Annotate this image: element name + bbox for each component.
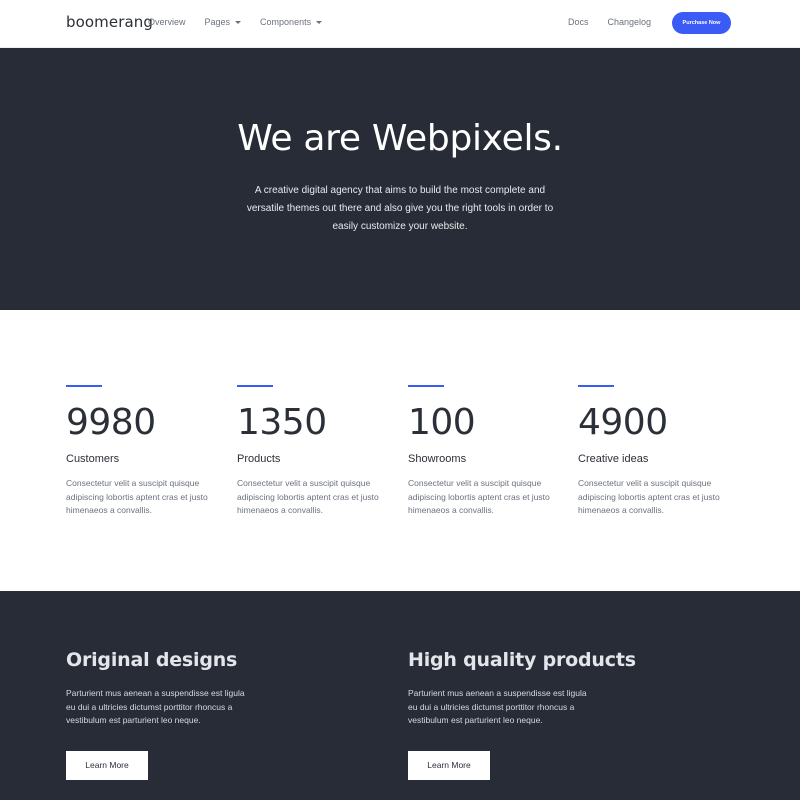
nav-links-left: Overview Pages Components bbox=[148, 17, 323, 27]
feature-title: Original designs bbox=[66, 649, 238, 671]
feature-title: High quality products bbox=[408, 649, 636, 671]
stat-number: 1350 bbox=[237, 402, 327, 443]
features-section: Original designs Parturient mus aenean a… bbox=[0, 591, 800, 800]
nav-link-docs[interactable]: Docs bbox=[568, 17, 589, 27]
stat-number: 100 bbox=[408, 402, 476, 443]
stat-products: 1350 Products Consectetur velit a suscip… bbox=[237, 385, 397, 518]
stat-creative-ideas: 4900 Creative ideas Consectetur velit a … bbox=[578, 385, 738, 518]
learn-more-button[interactable]: Learn More bbox=[408, 750, 490, 780]
stat-label: Showrooms bbox=[408, 453, 467, 465]
hero-description: A creative digital agency that aims to b… bbox=[246, 185, 554, 232]
hero-title: We are Webpixels. bbox=[237, 118, 563, 159]
feature-description: Parturient mus aenean a suspendisse est … bbox=[66, 688, 245, 725]
purchase-now-button[interactable]: Purchase Now bbox=[672, 12, 731, 34]
learn-more-button[interactable]: Learn More bbox=[66, 750, 148, 780]
nav-link-overview[interactable]: Overview bbox=[148, 17, 186, 27]
feature-description: Parturient mus aenean a suspendisse est … bbox=[408, 688, 587, 725]
stat-customers: 9980 Customers Consectetur velit a susci… bbox=[66, 385, 226, 518]
stat-number: 4900 bbox=[578, 402, 668, 443]
nav-link-pages[interactable]: Pages bbox=[205, 17, 242, 27]
accent-divider bbox=[66, 385, 102, 387]
feature-original-designs: Original designs Parturient mus aenean a… bbox=[66, 649, 366, 780]
caret-down-icon bbox=[316, 20, 323, 24]
stat-description: Consectetur velit a suscipit quisque adi… bbox=[578, 478, 720, 515]
top-navbar: boomerang Overview Pages Components Docs… bbox=[0, 0, 800, 48]
feature-high-quality-products: High quality products Parturient mus aen… bbox=[408, 649, 708, 780]
stat-description: Consectetur velit a suscipit quisque adi… bbox=[66, 478, 208, 515]
stat-description: Consectetur velit a suscipit quisque adi… bbox=[408, 478, 550, 515]
nav-link-label: Overview bbox=[148, 17, 186, 27]
nav-link-components[interactable]: Components bbox=[260, 17, 323, 27]
stats-section: 9980 Customers Consectetur velit a susci… bbox=[0, 310, 800, 591]
stat-label: Creative ideas bbox=[578, 453, 649, 465]
stat-description: Consectetur velit a suscipit quisque adi… bbox=[237, 478, 379, 515]
hero-section: We are Webpixels. A creative digital age… bbox=[0, 48, 800, 310]
accent-divider bbox=[578, 385, 614, 387]
accent-divider bbox=[408, 385, 444, 387]
brand-logo[interactable]: boomerang bbox=[66, 13, 153, 31]
nav-links-right: Docs Changelog bbox=[568, 17, 651, 27]
accent-divider bbox=[237, 385, 273, 387]
nav-link-label: Components bbox=[260, 17, 312, 27]
stat-number: 9980 bbox=[66, 402, 156, 443]
nav-link-changelog[interactable]: Changelog bbox=[608, 17, 652, 27]
stat-label: Customers bbox=[66, 453, 120, 465]
stat-label: Products bbox=[237, 453, 281, 465]
nav-link-label: Pages bbox=[204, 17, 231, 27]
stat-showrooms: 100 Showrooms Consectetur velit a suscip… bbox=[408, 385, 568, 518]
caret-down-icon bbox=[235, 20, 242, 24]
